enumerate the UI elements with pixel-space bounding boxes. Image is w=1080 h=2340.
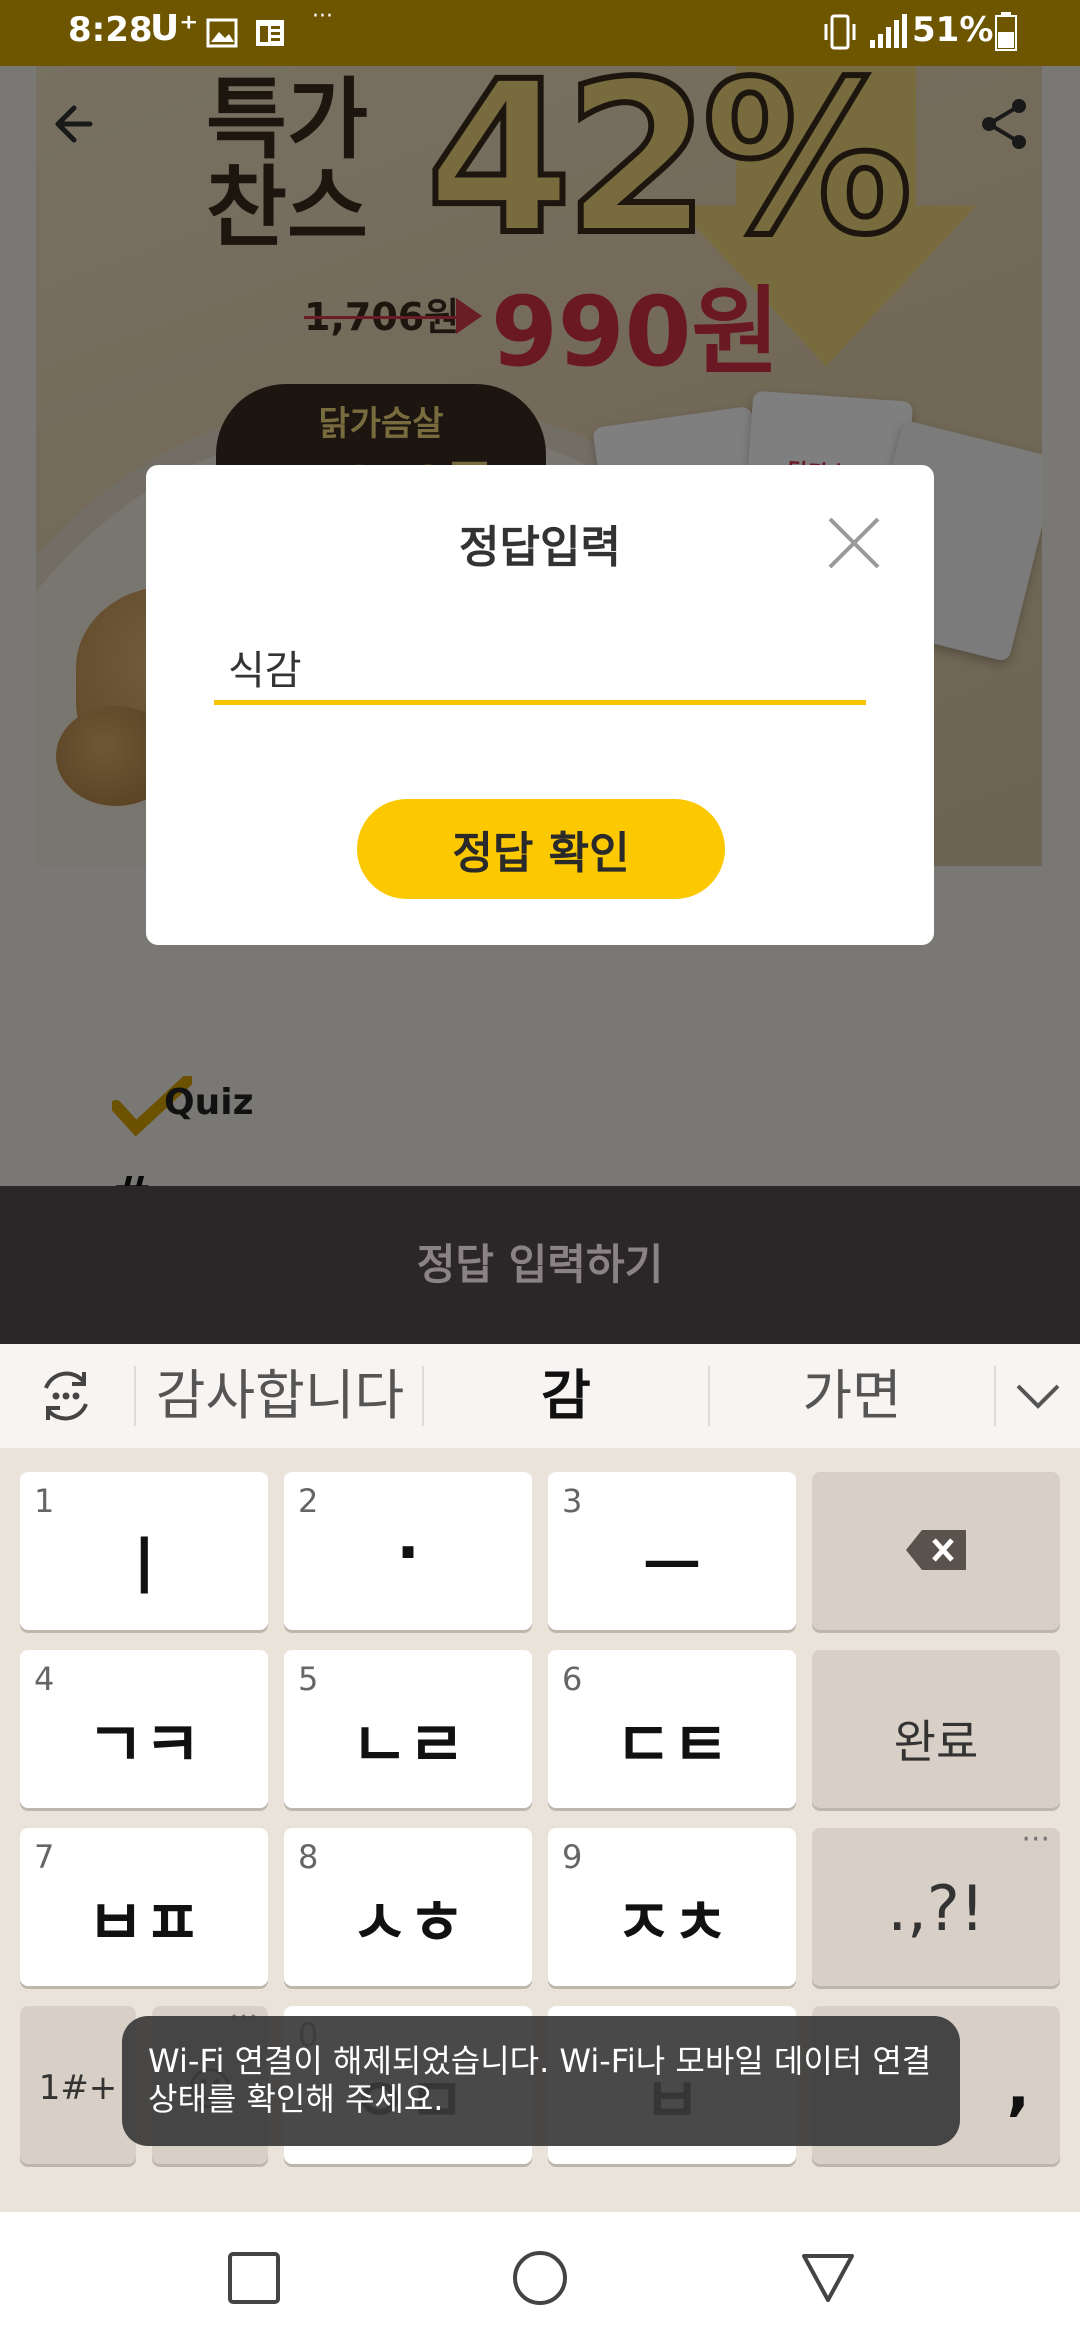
more-dots-icon: ··· bbox=[1021, 1822, 1050, 1857]
suggestion-item[interactable]: 감 bbox=[424, 1344, 708, 1448]
chevron-down-icon[interactable] bbox=[1014, 1380, 1062, 1412]
signal-icon bbox=[870, 14, 907, 48]
toast-message: Wi-Fi 연결이 해제되었습니다. Wi-Fi나 모바일 데이터 연결 상태를… bbox=[122, 2016, 960, 2146]
key-6[interactable]: 6 ㄷㅌ bbox=[548, 1650, 796, 1808]
answer-dialog: 정답입력 정답 확인 bbox=[146, 465, 934, 945]
status-bar: 8:28 U⁺ ··· 51% bbox=[0, 0, 1080, 66]
carrier-label: U⁺ bbox=[150, 8, 199, 49]
key-4[interactable]: 4 ㄱㅋ bbox=[20, 1650, 268, 1808]
key-5[interactable]: 5 ㄴㄹ bbox=[284, 1650, 532, 1808]
home-icon[interactable] bbox=[510, 2248, 570, 2308]
status-time: 8:28 bbox=[68, 10, 153, 50]
navigation-bar bbox=[0, 2212, 1080, 2340]
key-8[interactable]: 8 ㅅㅎ bbox=[284, 1828, 532, 1986]
key-7[interactable]: 7 ㅂㅍ bbox=[20, 1828, 268, 1986]
gallery-icon bbox=[206, 18, 238, 48]
dialog-title: 정답입력 bbox=[459, 522, 621, 573]
answer-input-bar-label: 정답 입력하기 bbox=[416, 1240, 664, 1289]
done-key[interactable]: 완료 bbox=[812, 1650, 1060, 1808]
key-9[interactable]: 9 ㅈㅊ bbox=[548, 1828, 796, 1986]
symbols-key[interactable]: 1#+ bbox=[20, 2006, 136, 2164]
back-icon[interactable] bbox=[798, 2248, 858, 2308]
news-icon bbox=[256, 20, 284, 46]
suggestion-item[interactable]: 가면 bbox=[710, 1344, 994, 1448]
more-dots-icon: ··· bbox=[312, 4, 333, 29]
answer-input[interactable] bbox=[214, 633, 866, 705]
key-3[interactable]: 3ㅡ bbox=[548, 1472, 796, 1630]
keyboard-settings-icon[interactable] bbox=[36, 1368, 96, 1424]
punctuation-key[interactable]: ··· .,?! bbox=[812, 1822, 1060, 1986]
confirm-answer-button[interactable]: 정답 확인 bbox=[357, 799, 725, 899]
suggestion-item[interactable]: 감사합니다 bbox=[136, 1344, 424, 1448]
close-icon[interactable] bbox=[826, 515, 882, 571]
recent-apps-icon[interactable] bbox=[224, 2248, 284, 2308]
key-2[interactable]: 2 · bbox=[284, 1472, 532, 1630]
battery-percent: 51% bbox=[912, 10, 994, 50]
vibrate-icon bbox=[824, 14, 856, 50]
backspace-icon bbox=[906, 1530, 966, 1570]
backspace-key[interactable] bbox=[812, 1472, 1060, 1630]
battery-icon bbox=[995, 12, 1017, 51]
suggestion-bar: 감사합니다 감 가면 bbox=[0, 1344, 1080, 1448]
key-1[interactable]: 1ㅣ bbox=[20, 1472, 268, 1630]
answer-input-bar[interactable]: 정답 입력하기 bbox=[0, 1186, 1080, 1344]
